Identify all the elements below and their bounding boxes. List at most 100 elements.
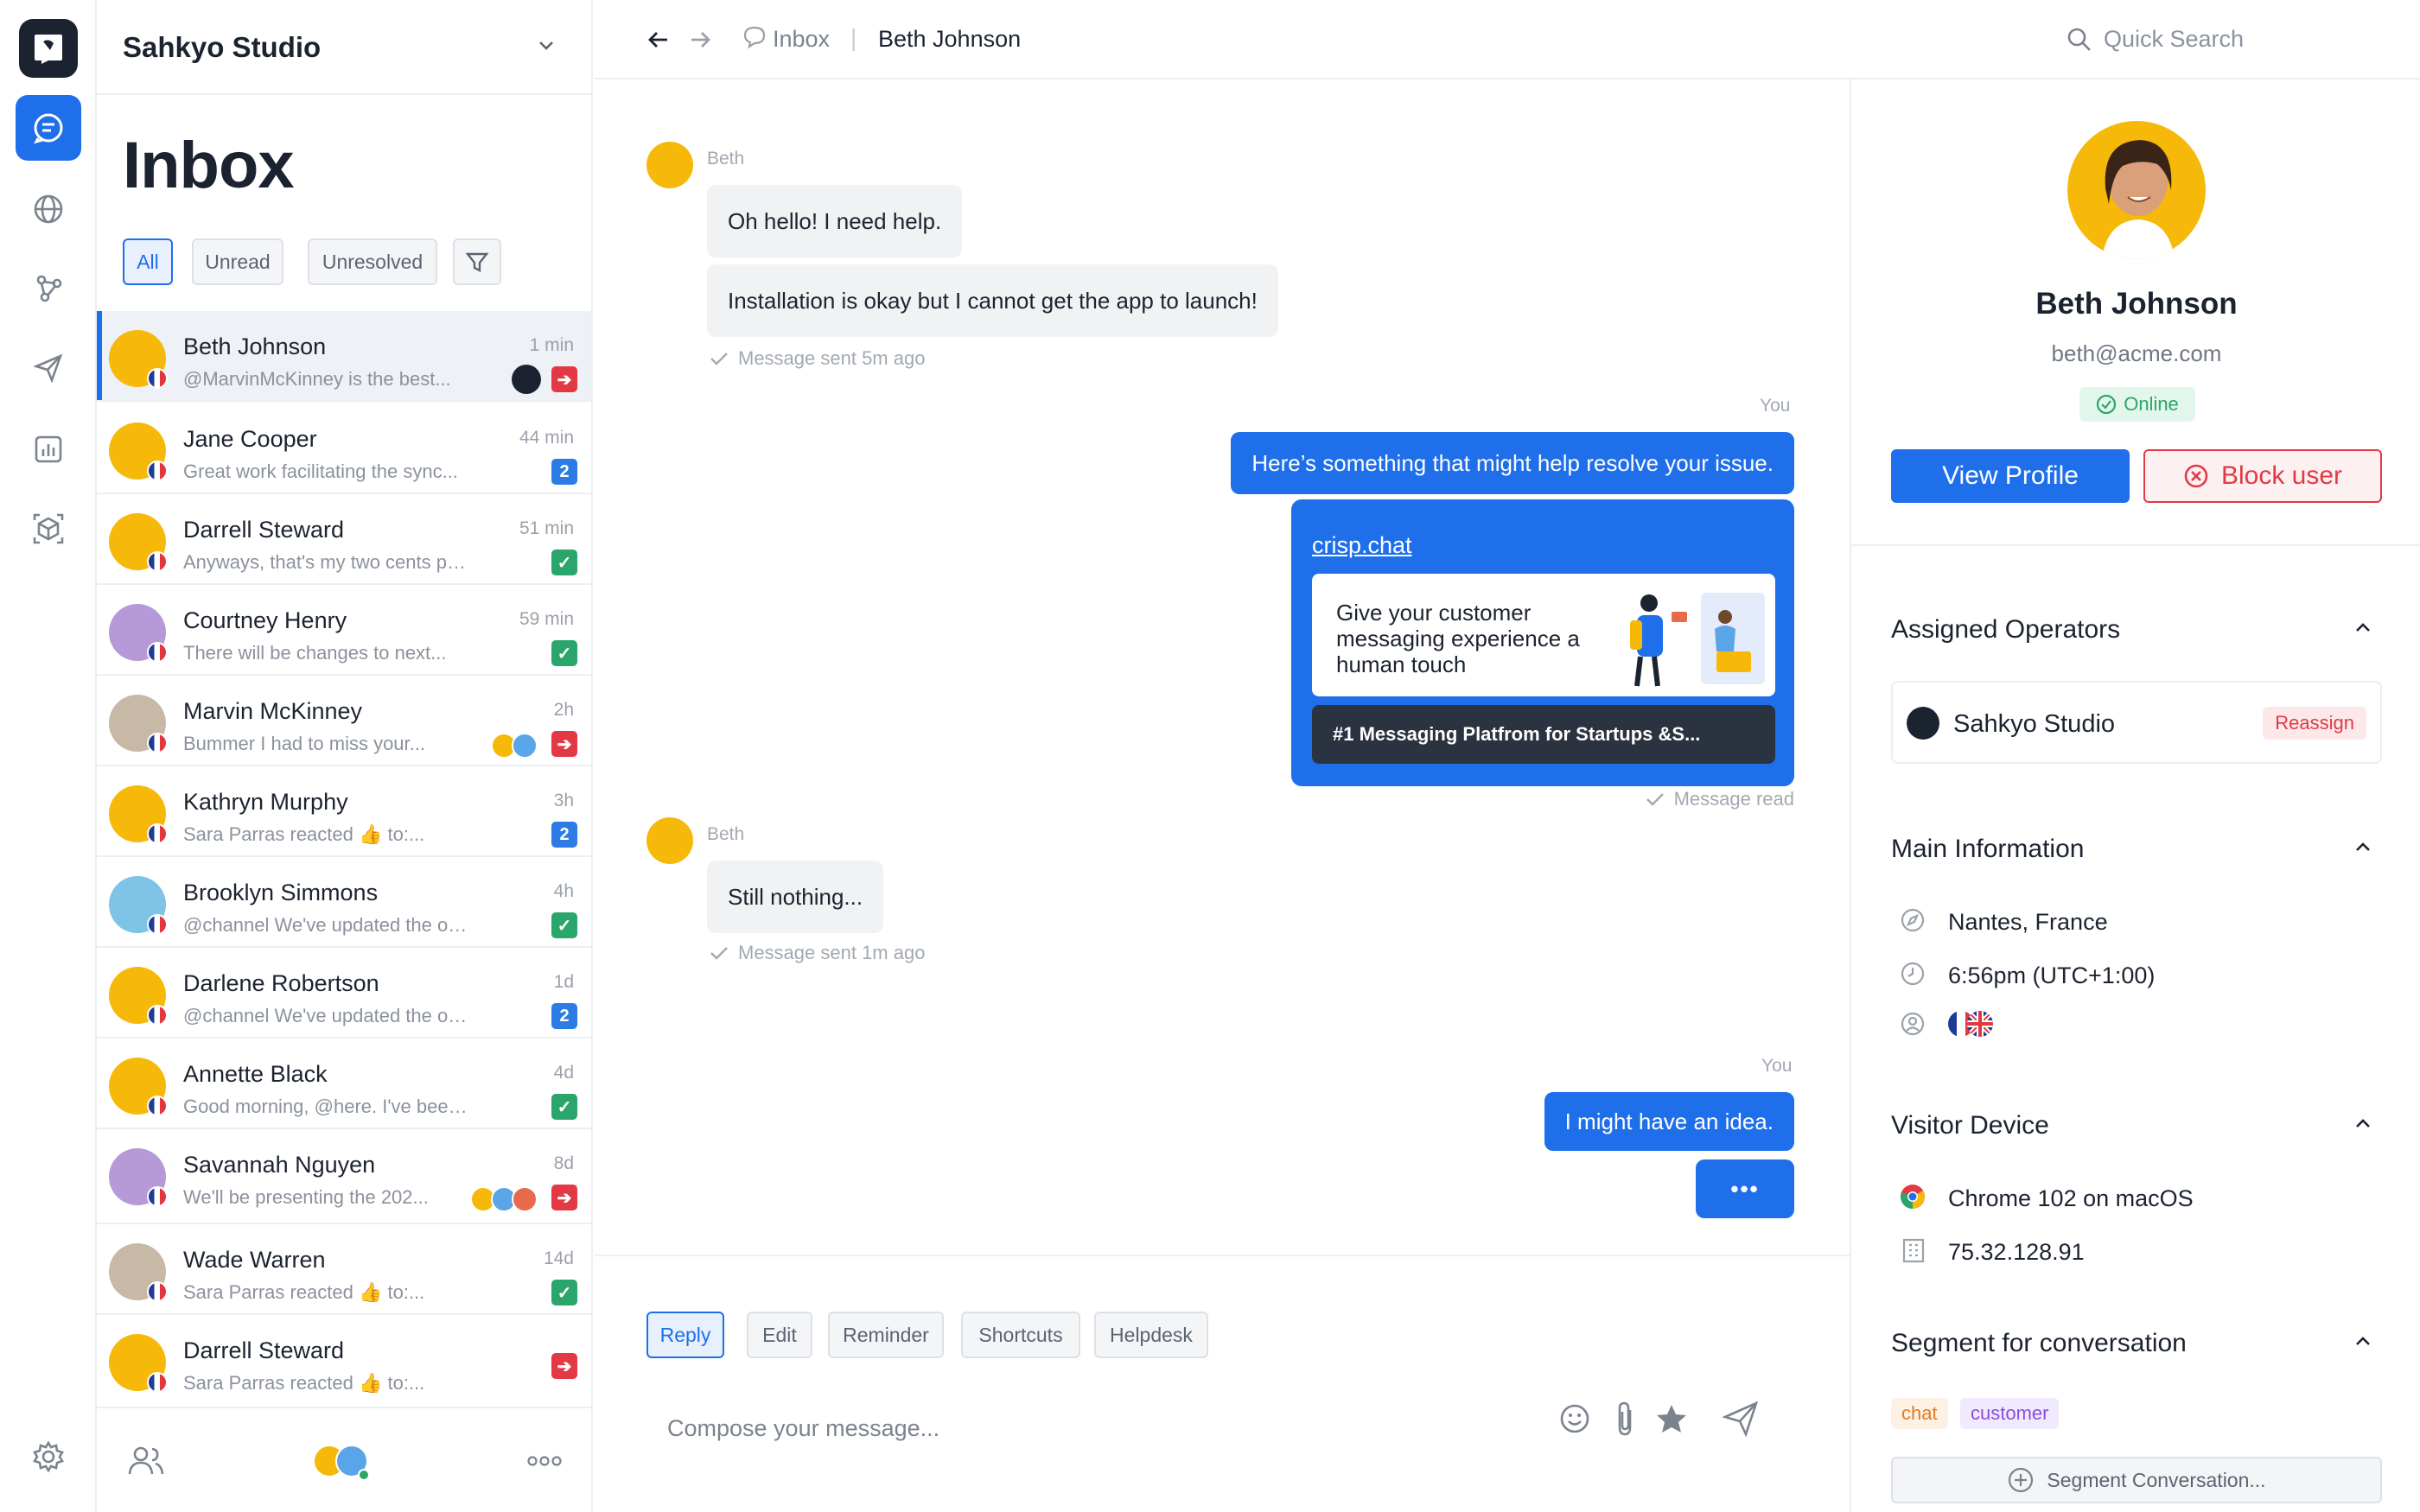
tab-edit[interactable]: Edit	[747, 1312, 812, 1358]
contacts-nav-icon[interactable]	[16, 256, 81, 321]
globe-nav-icon[interactable]	[16, 176, 81, 242]
beth-avatar	[646, 817, 693, 864]
operator-name: Sahkyo Studio	[1953, 710, 2116, 738]
illustration-icon	[1630, 593, 1765, 687]
chevron-up-icon[interactable]	[2351, 1113, 2375, 1134]
filter-all[interactable]: All	[123, 238, 173, 285]
crisp-logo-icon[interactable]	[19, 19, 78, 78]
timestamp: 3h	[553, 791, 574, 810]
star-icon[interactable]	[1654, 1401, 1689, 1436]
block-user-label: Block user	[2220, 461, 2343, 490]
settings-gear-icon[interactable]	[16, 1424, 81, 1490]
conversation-item[interactable]: Darrell Steward Sara Parras reacted 👍 to…	[97, 1315, 591, 1406]
unread-count-badge: 2	[551, 1003, 577, 1029]
conversation-item[interactable]: Savannah Nguyen We'll be presenting the …	[97, 1129, 591, 1224]
message-bubble: I might have an idea.	[1544, 1092, 1794, 1151]
view-profile-button[interactable]: View Profile	[1891, 449, 2130, 503]
conversation-item[interactable]: Darlene Robertson @channel We've updated…	[97, 948, 591, 1039]
reassign-button[interactable]: Reassign	[2263, 707, 2366, 740]
status-text: Message sent 5m ago	[738, 347, 926, 369]
quick-search[interactable]: Quick Search	[2104, 26, 2244, 53]
filter-funnel-icon[interactable]	[453, 238, 501, 285]
plugins-nav-icon[interactable]	[16, 496, 81, 562]
segment-tag[interactable]: chat	[1891, 1398, 1948, 1429]
profile-avatar	[2067, 121, 2206, 259]
contact-name: Annette Black	[183, 1061, 328, 1087]
message-preview: Sara Parras reacted 👍 to:...	[183, 1372, 425, 1394]
timestamp: 51 min	[519, 518, 574, 538]
back-arrow-icon[interactable]	[646, 28, 671, 52]
team-icon[interactable]	[128, 1445, 164, 1476]
conversation-item[interactable]: Beth Johnson @MarvinMcKinney is the best…	[97, 311, 591, 402]
chat-thread: Beth Oh hello! I need help. Installation…	[595, 79, 1850, 1255]
inbox-nav-icon[interactable]	[16, 95, 81, 161]
beth-avatar	[646, 142, 693, 188]
conversation-item[interactable]: Marvin McKinney Bummer I had to miss you…	[97, 676, 591, 766]
chevron-up-icon[interactable]	[2351, 617, 2375, 638]
link-url[interactable]: crisp.chat	[1312, 532, 1412, 559]
message-preview: @MarvinMcKinney is the best...	[183, 368, 451, 390]
chevron-down-icon	[539, 41, 553, 50]
contact-name: Savannah Nguyen	[183, 1152, 376, 1178]
conversation-item[interactable]: Wade Warren Sara Parras reacted 👍 to:...…	[97, 1224, 591, 1315]
segment-conversation-button[interactable]: Segment Conversation...	[1891, 1457, 2382, 1503]
preview-description: Give your customer messaging experience …	[1336, 600, 1580, 677]
link-preview-card[interactable]: crisp.chat Give your customer messaging …	[1291, 499, 1794, 786]
unread-count-badge: 2	[551, 459, 577, 485]
block-user-button[interactable]: Block user	[2143, 449, 2382, 503]
emoji-icon[interactable]	[1557, 1401, 1592, 1436]
breadcrumb-inbox[interactable]: Inbox	[773, 26, 830, 53]
segment-tag[interactable]: customer	[1960, 1398, 2060, 1429]
conversation-item[interactable]: Annette Black Good morning, @here. I've …	[97, 1039, 591, 1129]
message-preview: We'll be presenting the 202...	[183, 1186, 429, 1208]
tab-shortcuts[interactable]: Shortcuts	[961, 1312, 1080, 1358]
list-footer	[97, 1407, 591, 1512]
attachment-icon[interactable]	[1613, 1400, 1639, 1438]
contact-name: Beth Johnson	[183, 334, 327, 359]
chevron-up-icon[interactable]	[2351, 836, 2375, 857]
add-circle-icon	[2009, 1467, 2034, 1493]
ip-address-text: 75.32.128.91	[1948, 1239, 2085, 1265]
chevron-up-icon[interactable]	[2351, 1331, 2375, 1351]
compose-input[interactable]: Compose your message...	[667, 1415, 939, 1442]
tab-reminder[interactable]: Reminder	[828, 1312, 944, 1358]
check-icon	[1646, 793, 1664, 806]
message-bubble: Installation is okay but I cannot get th…	[707, 264, 1278, 337]
clock-icon	[1900, 961, 1926, 987]
send-icon[interactable]	[1722, 1400, 1760, 1438]
conversation-item[interactable]: Brooklyn Simmons @channel We've updated …	[97, 857, 591, 948]
more-dots-icon[interactable]	[527, 1455, 562, 1467]
conversation-item[interactable]: Darrell Steward Anyways, that's my two c…	[97, 494, 591, 585]
uk-flag-icon	[1967, 1011, 1993, 1037]
conversation-list-panel: Sahkyo Studio Inbox All Unread Unresolve…	[97, 0, 593, 1512]
workspace-name: Sahkyo Studio	[123, 31, 322, 63]
filter-unread[interactable]: Unread	[192, 238, 283, 285]
conversation-item[interactable]: Courtney Henry There will be changes to …	[97, 585, 591, 676]
contact-name: Kathryn Murphy	[183, 789, 348, 815]
participant-avatar	[512, 733, 538, 759]
browser-text: Chrome 102 on macOS	[1948, 1185, 2194, 1211]
french-flag-icon	[147, 1281, 168, 1302]
section-title: Assigned Operators	[1891, 615, 2121, 644]
breadcrumb-contact: Beth Johnson	[878, 26, 1022, 52]
timestamp: 2h	[553, 700, 574, 720]
campaigns-nav-icon[interactable]	[16, 335, 81, 401]
message-bubble: Still nothing...	[707, 861, 884, 933]
workspace-switcher[interactable]: Sahkyo Studio	[97, 0, 591, 95]
preview-title: #1 Messaging Platfrom for Startups &S...	[1312, 705, 1775, 764]
analytics-nav-icon[interactable]	[16, 416, 81, 482]
tab-helpdesk[interactable]: Helpdesk	[1094, 1312, 1208, 1358]
conversation-item[interactable]: Jane Cooper Great work facilitating the …	[97, 403, 591, 494]
filter-unresolved[interactable]: Unresolved	[308, 238, 437, 285]
sender-label: Beth	[707, 824, 745, 844]
resolved-check-icon: ✓	[551, 1280, 577, 1306]
search-icon[interactable]	[2066, 26, 2093, 54]
check-icon	[710, 947, 728, 960]
sender-label: You	[1761, 1056, 1793, 1076]
page-title: Inbox	[123, 129, 295, 202]
tab-reply[interactable]: Reply	[646, 1312, 724, 1358]
forward-arrow-icon[interactable]	[688, 28, 712, 52]
conversation-item[interactable]: Kathryn Murphy Sara Parras reacted 👍 to:…	[97, 766, 591, 857]
timestamp: 4h	[553, 881, 574, 901]
message-bubble: Here’s something that might help resolve…	[1231, 432, 1794, 494]
